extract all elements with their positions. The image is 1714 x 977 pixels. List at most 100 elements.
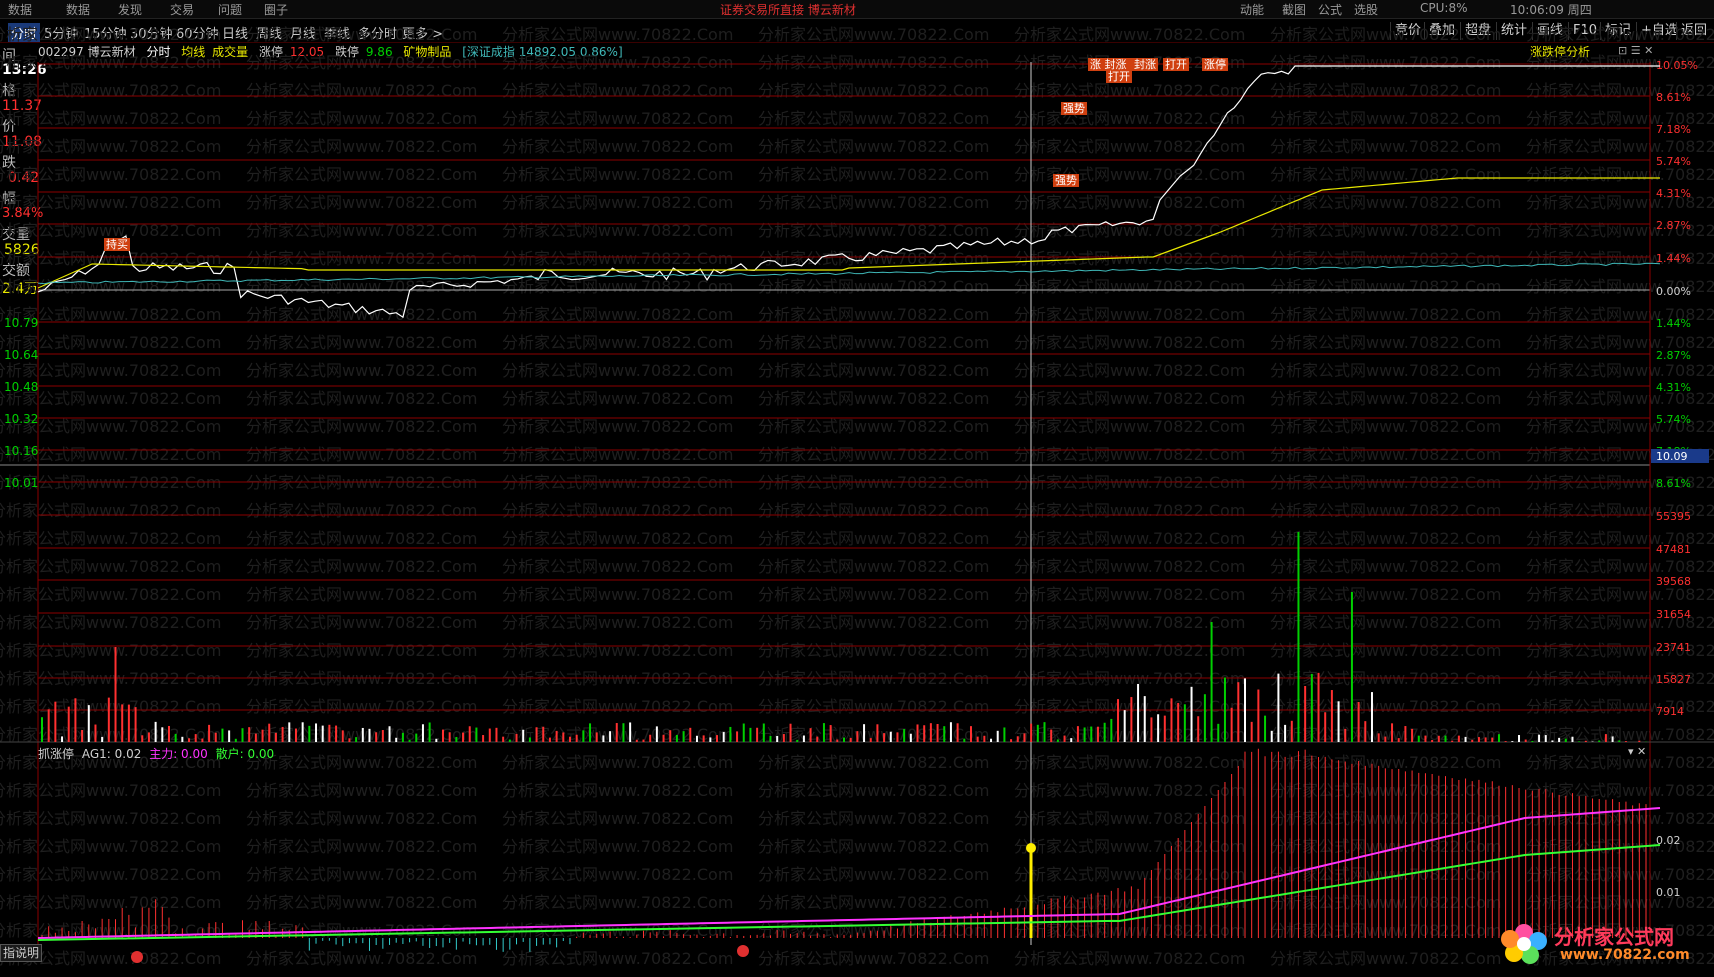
watermark-text: 分析家公式网www.70822.Com: [1270, 277, 1501, 296]
watermark-text: 分析家公式网www.70822.Com: [246, 837, 477, 856]
watermark-text: 分析家公式网www.70822.Com: [1270, 529, 1501, 548]
indicator-legend: 抓涨停 AG1: 0.02 主力: 0.00 散户: 0.00: [38, 745, 274, 762]
watermark-text: 分析家公式网www.70822.Com: [246, 613, 477, 632]
pct-tick-label: 8.61%: [1656, 91, 1691, 104]
watermark-text: 分析家公式网www.70822.Com: [502, 81, 733, 100]
watermark-text: 分析家公式网www.70822.Com: [502, 445, 733, 464]
watermark-text: 分析家公式网www.70822.Com: [1526, 697, 1714, 716]
signal-annotation: 涨 封涨: [1090, 57, 1127, 71]
price-tick-label: 10.01: [4, 476, 38, 490]
signal-annotation: 强势: [1055, 174, 1077, 187]
pct-tick-label: 7.18%: [1656, 123, 1691, 136]
watermark-text: 分析家公式网www.70822.Com: [0, 613, 221, 632]
watermark-text: 分析家公式网www.70822.Com: [758, 641, 989, 660]
volume-tick-label: 7914: [1656, 705, 1684, 718]
volume-tick-label: 39568: [1656, 575, 1691, 588]
watermark-text: 分析家公式网www.70822.Com: [0, 781, 221, 800]
watermark-text: 分析家公式网www.70822.Com: [1014, 557, 1245, 576]
watermark-text: 分析家公式网www.70822.Com: [246, 753, 477, 772]
watermark-text: 分析家公式网www.70822.Com: [502, 25, 733, 44]
watermark-text: 分析家公式网www.70822.Com: [758, 585, 989, 604]
watermark-text: 分析家公式网www.70822.Com: [502, 893, 733, 912]
watermark-text: 分析家公式网www.70822.Com: [246, 641, 477, 660]
watermark-text: 分析家公式网www.70822.Com: [246, 781, 477, 800]
watermark-text: 分析家公式网www.70822.Com: [246, 193, 477, 212]
watermark-text: 分析家公式网www.70822.Com: [246, 361, 477, 380]
signal-annotation: 持买: [106, 237, 128, 251]
watermark-text: 分析家公式网www.70822.Com: [1270, 445, 1501, 464]
watermark-text: 分析家公式网www.70822.Com: [758, 753, 989, 772]
watermark-text: 分析家公式网www.70822.Com: [0, 641, 221, 660]
watermark-text: 分析家公式网www.70822.Com: [246, 529, 477, 548]
volume-tick-label: 15827: [1656, 673, 1691, 686]
watermark-text: 分析家公式网www.70822.Com: [758, 333, 989, 352]
watermark-text: 分析家公式网www.70822.Com: [502, 193, 733, 212]
watermark-text: 分析家公式网www.70822.Com: [1526, 753, 1714, 772]
watermark-text: 分析家公式网www.70822.Com: [1014, 753, 1245, 772]
watermark-text: 分析家公式网www.70822.Com: [246, 333, 477, 352]
watermark-text: 分析家公式网www.70822.Com: [758, 417, 989, 436]
pct-tick-label: 1.44%: [1656, 317, 1691, 330]
watermark-text: 分析家公式网www.70822.Com: [758, 809, 989, 828]
watermark-text: 分析家公式网www.70822.Com: [0, 361, 221, 380]
watermark-text: 分析家公式网www.70822.Com: [246, 249, 477, 268]
watermark-text: 分析家公式网www.70822.Com: [758, 53, 989, 72]
watermark-text: 分析家公式网www.70822.Com: [1526, 137, 1714, 156]
signal-marker: [1026, 843, 1036, 853]
watermark-text: 分析家公式网www.70822.Com: [758, 781, 989, 800]
watermark-text: 分析家公式网www.70822.Com: [246, 949, 477, 968]
watermark-text: 分析家公式网www.70822.Com: [502, 557, 733, 576]
pct-tick-label: 8.61%: [1656, 477, 1691, 490]
watermark-text: 分析家公式网www.70822.Com: [1270, 305, 1501, 324]
watermark-text: 分析家公式网www.70822.Com: [1014, 585, 1245, 604]
signal-annotation: 打开: [1165, 57, 1187, 71]
watermark-text: 分析家公式网www.70822.Com: [502, 781, 733, 800]
watermark-text: 分析家公式网www.70822.Com: [502, 109, 733, 128]
watermark-text: 分析家公式网www.70822.Com: [502, 529, 733, 548]
watermark-text: 分析家公式网www.70822.Com: [1014, 193, 1245, 212]
watermark-text: 分析家公式网www.70822.Com: [1270, 557, 1501, 576]
indicator-name[interactable]: 抓涨停: [38, 747, 74, 761]
watermark-text: 分析家公式网www.70822.Com: [758, 389, 989, 408]
watermark-text: 分析家公式网www.70822.Com: [502, 837, 733, 856]
watermark-text: 分析家公式网www.70822.Com: [1014, 529, 1245, 548]
watermark-text: 分析家公式网www.70822.Com: [1014, 893, 1245, 912]
price-tick-label: 10.48: [4, 380, 38, 394]
watermark-text: 分析家公式网www.70822.Com: [0, 893, 221, 912]
intraday-chart[interactable]: 分析家公式网www.70822.Com 分析家公式网www.70822.Com 分析…: [0, 0, 1714, 977]
watermark-text: 分析家公式网www.70822.Com: [502, 165, 733, 184]
signal-annotation: 强势: [1063, 102, 1085, 115]
watermark-text: 分析家公式网www.70822.Com: [246, 585, 477, 604]
price-tick-label: 10.64: [4, 348, 38, 362]
watermark-text: 分析家公式网www.70822.Com: [758, 949, 989, 968]
watermark-text: 分析家公式网www.70822.Com: [246, 389, 477, 408]
watermark-text: 分析家公式网www.70822.Com: [502, 697, 733, 716]
watermark-text: 分析家公式网www.70822.Com: [758, 81, 989, 100]
watermark-text: 分析家公式网www.70822.Com: [1014, 949, 1245, 968]
price-tick-label: 10.32: [4, 412, 38, 426]
indicator-menu-icon[interactable]: ▾ ✕: [1628, 745, 1646, 758]
watermark-text: 分析家公式网www.70822.Com: [758, 445, 989, 464]
watermark-text: 分析家公式网www.70822.Com: [1270, 361, 1501, 380]
watermark-text: 分析家公式网www.70822.Com: [1270, 137, 1501, 156]
watermark-text: 分析家公式网www.70822.Com: [246, 697, 477, 716]
pct-tick-label: 5.74%: [1656, 413, 1691, 426]
watermark-text: 分析家公式网www.70822.Com: [0, 193, 221, 212]
logo-url: www.70822.com: [1560, 947, 1690, 963]
watermark-text: 分析家公式网www.70822.Com: [1014, 501, 1245, 520]
watermark-text: 分析家公式网www.70822.Com: [1014, 81, 1245, 100]
watermark-text: 分析家公式网www.70822.Com: [1270, 109, 1501, 128]
signal-annotation: 封涨: [1134, 57, 1156, 71]
watermark-text: 分析家公式网www.70822.Com: [758, 557, 989, 576]
watermark-text: 分析家公式网www.70822.Com: [502, 333, 733, 352]
watermark-text: 分析家公式网www.70822.Com: [502, 753, 733, 772]
price-tick-label: 10.79: [4, 316, 38, 330]
watermark-text: 分析家公式网www.70822.Com: [0, 137, 221, 156]
ball-marker-icon: [737, 945, 749, 957]
help-button[interactable]: 指说明: [0, 944, 42, 962]
watermark-text: 分析家公式网www.70822.Com: [0, 529, 221, 548]
watermark-text: 分析家公式网www.70822.Com: [758, 277, 989, 296]
pct-tick-label: 5.74%: [1656, 155, 1691, 168]
watermark-text: 分析家公式网www.70822.Com: [502, 389, 733, 408]
volume-tick-label: 55395: [1656, 510, 1691, 523]
